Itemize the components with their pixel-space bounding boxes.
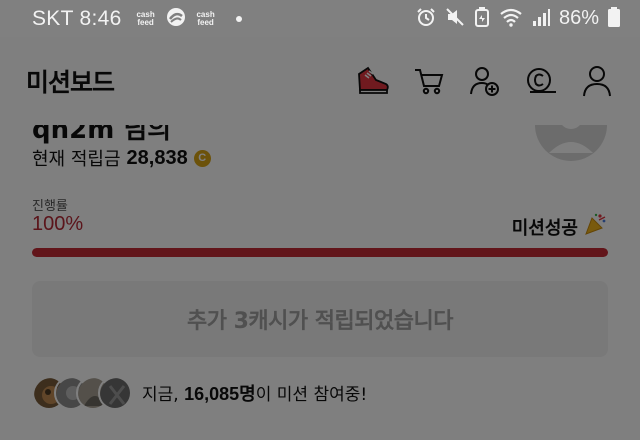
swirl-app-icon xyxy=(166,7,186,31)
progress-label: 진행률 xyxy=(32,199,68,214)
alarm-icon xyxy=(416,7,436,31)
app-header: 미션보드 xyxy=(0,37,640,125)
profile-icon[interactable] xyxy=(580,64,614,98)
cart-icon[interactable] xyxy=(412,64,446,98)
clock: 8:46 xyxy=(79,6,122,30)
sneaker-icon[interactable] xyxy=(356,64,390,98)
participant-avatar xyxy=(98,376,132,410)
mission-status: 미션성공 xyxy=(512,212,608,241)
wifi-icon xyxy=(499,7,523,31)
reward-earned-button[interactable]: 추가 3캐시가 적립되었습니다 xyxy=(32,281,608,357)
user-avatar[interactable] xyxy=(534,125,608,169)
party-popper-icon xyxy=(584,212,608,241)
coin-icon: C xyxy=(193,149,211,167)
page-title: 미션보드 xyxy=(26,68,115,97)
points-label: 현재 적립금 xyxy=(32,149,121,170)
participants-count: 16,085명 xyxy=(184,384,256,404)
battery-icon xyxy=(608,6,620,31)
current-points: 현재 적립금 28,838 C xyxy=(32,145,211,171)
cashfeed-notification-icon: cash feed xyxy=(136,9,155,27)
coin-history-icon[interactable] xyxy=(524,64,558,98)
mission-status-text: 미션성공 xyxy=(511,217,578,239)
participants-row: 지금, 16,085명이 미션 참여중! xyxy=(32,376,367,410)
participants-prefix: 지금, xyxy=(142,385,185,405)
points-value: 28,838 xyxy=(126,146,188,169)
user-name-heading: qn2m 님의 xyxy=(32,125,172,145)
more-notifications-dot xyxy=(235,15,242,22)
status-bar: SKT 8:46 cash feed cash feed 86% xyxy=(0,0,640,37)
carrier-label: SKT xyxy=(32,6,74,30)
participants-text: 지금, 16,085명이 미션 참여중! xyxy=(142,380,367,406)
participants-suffix: 이 미션 참여중! xyxy=(255,385,368,405)
carrier-time: SKT 8:46 xyxy=(32,7,122,31)
progress-bar-fill xyxy=(32,248,608,257)
progress-percent: 100% xyxy=(32,213,84,235)
signal-icon xyxy=(532,8,550,30)
cashfeed-notification-icon-2: cash feed xyxy=(196,9,215,27)
add-friend-icon[interactable] xyxy=(468,64,502,98)
mute-icon xyxy=(445,7,465,31)
participant-avatars xyxy=(32,376,132,410)
progress-bar xyxy=(32,248,608,257)
mission-board-content: qn2m 님의 현재 적립금 28,838 C 진행률 100% 미션성공 추가… xyxy=(0,125,640,440)
battery-saver-icon xyxy=(474,6,490,31)
battery-percent: 86% xyxy=(558,7,599,29)
